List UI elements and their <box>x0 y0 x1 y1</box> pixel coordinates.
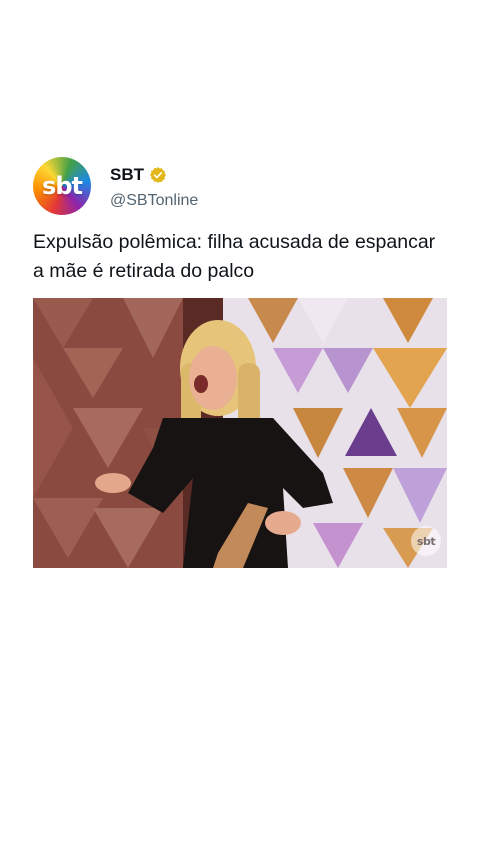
name-row: SBT <box>110 162 198 188</box>
tweet-header: sbt SBT @SBTonline <box>33 156 447 216</box>
display-name[interactable]: SBT <box>110 165 144 185</box>
account-names: SBT @SBTonline <box>110 162 198 210</box>
tweet-card[interactable]: sbt SBT @SBTonline Expulsão polêmica: fi… <box>33 156 447 568</box>
tweet-media-image[interactable]: sbt <box>33 298 447 568</box>
account-handle[interactable]: @SBTonline <box>110 192 198 210</box>
sbt-watermark-logo: sbt <box>411 526 441 556</box>
avatar-logo-text: sbt <box>42 172 83 200</box>
tweet-text: Expulsão polêmica: filha acusada de espa… <box>33 231 436 282</box>
avatar[interactable]: sbt <box>33 157 91 215</box>
page: sbt SBT @SBTonline Expulsão polêmica: fi… <box>0 0 480 854</box>
verified-badge-icon <box>149 166 167 184</box>
media-scene <box>33 298 447 568</box>
